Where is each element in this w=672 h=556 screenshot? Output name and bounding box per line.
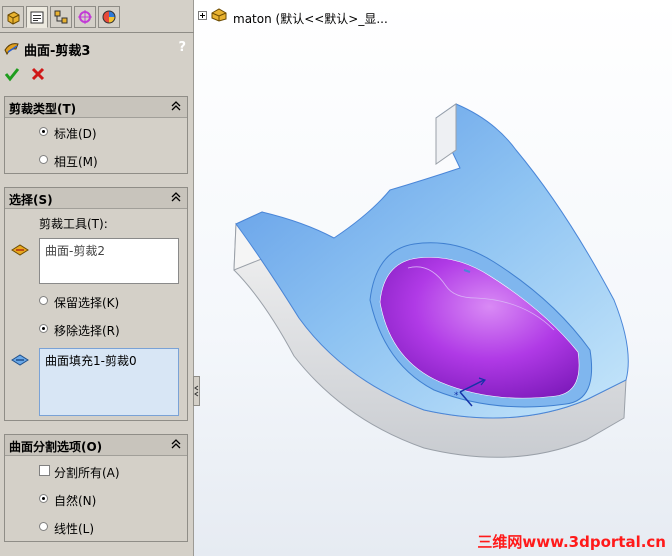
radio-label: 标准(D) <box>54 127 97 141</box>
selections-title: 选择(S) <box>9 193 53 207</box>
checkbox-label: 分割所有(A) <box>54 466 120 480</box>
radio-button[interactable] <box>39 127 48 136</box>
tab-feature-manager[interactable] <box>2 6 24 28</box>
display-manager-icon <box>102 10 116 24</box>
trim-type-title: 剪裁类型(T) <box>9 102 77 116</box>
svg-text:*: * <box>454 391 459 401</box>
removed-faces-listbox[interactable]: 曲面填充1-剪裁0 <box>39 348 179 416</box>
dimxpert-manager-icon <box>78 10 92 24</box>
radio-label: 保留选择(K) <box>54 296 120 310</box>
surface-split-options-title: 曲面分割选项(O) <box>9 440 103 454</box>
selection-pointer-icon <box>11 354 29 366</box>
property-manager-header: 曲面-剪裁3 ? <box>4 38 190 60</box>
model-end-face-right <box>435 103 457 165</box>
selections-group: 选择(S) 剪裁工具(T): 曲面-剪裁2 保留选择(K) 移除选择(R) 曲面… <box>4 187 188 421</box>
radio-button[interactable] <box>39 296 48 305</box>
feature-title: 曲面-剪裁3 <box>24 44 91 59</box>
tab-dimxpert-manager[interactable] <box>74 6 96 28</box>
radio-label: 线性(L) <box>54 522 95 536</box>
checkbox[interactable] <box>39 465 50 476</box>
radio-button[interactable] <box>39 494 48 503</box>
trim-tool-value: 曲面-剪裁2 <box>45 244 105 258</box>
3d-model-view[interactable]: * <box>194 0 672 556</box>
trim-type-group: 剪裁类型(T) 标准(D) 相互(M) <box>4 96 188 174</box>
property-manager-icon <box>30 11 44 24</box>
tab-display-manager[interactable] <box>98 6 120 28</box>
selection-pointer-icon <box>11 244 29 256</box>
configuration-manager-icon <box>54 10 68 24</box>
help-button[interactable]: ? <box>178 40 186 55</box>
cancel-x-icon[interactable] <box>30 66 46 82</box>
trim-type-header[interactable]: 剪裁类型(T) <box>5 97 187 118</box>
radio-button[interactable] <box>39 155 48 164</box>
trim-tool-label: 剪裁工具(T): <box>39 217 108 231</box>
radio-label: 自然(N) <box>54 494 97 508</box>
surface-trim-icon <box>4 43 19 55</box>
watermark: 三维网www.3dportal.cn <box>477 533 666 551</box>
surface-split-options-header[interactable]: 曲面分割选项(O) <box>5 435 187 456</box>
collapse-chevron-icon[interactable] <box>171 101 181 111</box>
trim-tool-listbox[interactable]: 曲面-剪裁2 <box>39 238 179 284</box>
surface-split-options-group: 曲面分割选项(O) 分割所有(A) 自然(N) 线性(L) <box>4 434 188 542</box>
removed-faces-value: 曲面填充1-剪裁0 <box>45 354 137 368</box>
tab-configuration-manager[interactable] <box>50 6 72 28</box>
collapse-chevron-icon[interactable] <box>171 439 181 449</box>
radio-label: 移除选择(R) <box>54 324 120 338</box>
radio-label: 相互(M) <box>54 155 98 169</box>
radio-button[interactable] <box>39 522 48 531</box>
feature-manager-icon <box>7 11 20 25</box>
selections-header[interactable]: 选择(S) <box>5 188 187 209</box>
property-manager-panel: 曲面-剪裁3 ? 剪裁类型(T) 标准(D) 相互(M) 选择(S) 剪裁工具(… <box>0 0 194 556</box>
radio-button[interactable] <box>39 324 48 333</box>
collapse-chevron-icon[interactable] <box>171 192 181 202</box>
ok-check-icon[interactable] <box>4 66 20 82</box>
manager-tab-bar <box>0 6 194 33</box>
tab-property-manager[interactable] <box>26 6 48 28</box>
